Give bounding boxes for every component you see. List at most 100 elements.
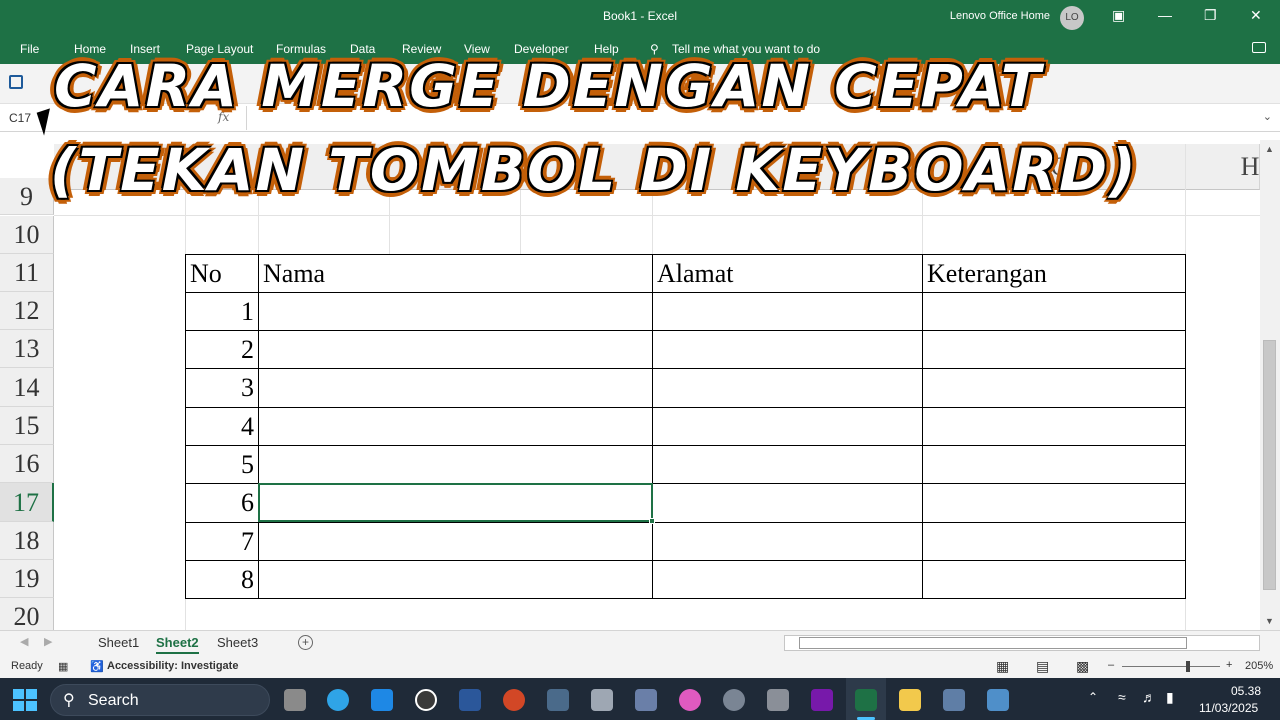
comments-icon[interactable]	[1252, 42, 1266, 53]
sheet-tab-2[interactable]: Sheet2	[156, 635, 199, 654]
copilot-icon[interactable]	[679, 689, 701, 711]
table-cell-no[interactable]: 2	[186, 331, 259, 369]
table-cell-no[interactable]: 6	[186, 484, 259, 523]
file-explorer-icon[interactable]	[899, 689, 921, 711]
clock-date[interactable]: 11/03/2025	[1199, 701, 1258, 715]
zoom-slider[interactable]	[1122, 666, 1220, 667]
table-cell-alamat[interactable]	[653, 523, 923, 561]
save-icon[interactable]	[9, 75, 23, 89]
screen-tool-icon[interactable]	[547, 689, 569, 711]
page-break-view-icon[interactable]: ▩	[1076, 658, 1089, 675]
scroll-up-icon[interactable]: ▲	[1265, 144, 1274, 154]
chevron-down-icon[interactable]: ⌄	[1263, 110, 1272, 123]
table-cell-keterangan[interactable]	[923, 408, 1186, 446]
table-cell-keterangan[interactable]	[923, 484, 1186, 523]
speaker-icon[interactable]: ♬	[1142, 689, 1156, 705]
tab-file[interactable]: File	[20, 42, 39, 56]
table-header-no[interactable]: No	[186, 255, 259, 293]
row-header-14[interactable]: 14	[0, 368, 54, 407]
ribbon-display-icon[interactable]: ▣	[1112, 7, 1125, 24]
table-cell-alamat[interactable]	[653, 331, 923, 369]
zoom-out-icon[interactable]: –	[1108, 659, 1114, 671]
tab-scroll-left-icon[interactable]: ◀	[20, 635, 28, 648]
row-header-12[interactable]: 12	[0, 292, 54, 330]
vertical-scrollbar[interactable]: ▲ ▼	[1260, 140, 1280, 630]
table-cell-nama[interactable]	[259, 293, 653, 331]
scroll-thumb[interactable]	[799, 637, 1187, 649]
onenote-icon[interactable]	[811, 689, 833, 711]
horizontal-scrollbar[interactable]	[784, 635, 1260, 651]
table-cell-no[interactable]: 8	[186, 561, 259, 599]
row-header-20[interactable]: 20	[0, 598, 54, 630]
excel-icon[interactable]	[855, 689, 877, 711]
table-cell-keterangan[interactable]	[923, 523, 1186, 561]
clock-time[interactable]: 05.38	[1231, 684, 1261, 698]
battery-icon[interactable]: ▮	[1166, 689, 1174, 706]
scroll-down-icon[interactable]: ▼	[1265, 616, 1274, 626]
table-cell-no[interactable]: 3	[186, 369, 259, 408]
accessibility-icon[interactable]: ♿	[90, 660, 104, 673]
table-cell-keterangan[interactable]	[923, 293, 1186, 331]
add-sheet-icon[interactable]: +	[298, 635, 313, 650]
table-header-alamat[interactable]: Alamat	[653, 255, 923, 293]
windows-start-icon[interactable]	[13, 689, 37, 711]
table-cell-nama[interactable]	[259, 408, 653, 446]
printer-2-icon[interactable]	[767, 689, 789, 711]
active-cell-outline[interactable]	[258, 483, 653, 522]
accessibility-status[interactable]: Accessibility: Investigate	[107, 660, 238, 672]
paint-icon[interactable]	[371, 689, 393, 711]
table-cell-keterangan[interactable]	[923, 561, 1186, 599]
table-cell-nama[interactable]	[259, 331, 653, 369]
restore-icon[interactable]: ❐	[1204, 7, 1217, 24]
table-cell-keterangan[interactable]	[923, 369, 1186, 408]
row-header-16[interactable]: 16	[0, 445, 54, 483]
macro-record-icon[interactable]: ▦	[58, 660, 68, 673]
obs-icon[interactable]	[415, 689, 437, 711]
fill-handle[interactable]	[649, 518, 655, 524]
word-icon[interactable]	[459, 689, 481, 711]
zoom-in-icon[interactable]: +	[1226, 659, 1232, 671]
table-cell-keterangan[interactable]	[923, 331, 1186, 369]
table-cell-keterangan[interactable]	[923, 446, 1186, 484]
row-header-13[interactable]: 13	[0, 330, 54, 368]
app-2-icon[interactable]	[943, 689, 965, 711]
table-cell-alamat[interactable]	[653, 369, 923, 408]
row-header-11[interactable]: 11	[0, 254, 54, 292]
row-header-17[interactable]: 17	[0, 483, 54, 522]
table-cell-nama[interactable]	[259, 369, 653, 408]
table-cell-no[interactable]: 7	[186, 523, 259, 561]
powerpoint-icon[interactable]	[503, 689, 525, 711]
table-cell-alamat[interactable]	[653, 408, 923, 446]
table-cell-nama[interactable]	[259, 523, 653, 561]
table-cell-nama[interactable]	[259, 561, 653, 599]
close-icon[interactable]: ✕	[1250, 7, 1262, 24]
table-cell-alamat[interactable]	[653, 446, 923, 484]
user-name[interactable]: Lenovo Office Home	[950, 10, 1050, 22]
scroll-thumb[interactable]	[1263, 340, 1276, 590]
row-header-19[interactable]: 19	[0, 560, 54, 598]
chevron-up-icon[interactable]: ⌃	[1088, 690, 1098, 704]
column-header-h[interactable]: H	[1230, 144, 1260, 190]
settings-icon[interactable]	[723, 689, 745, 711]
row-header-10[interactable]: 10	[0, 216, 54, 254]
printer-icon[interactable]	[591, 689, 613, 711]
page-layout-view-icon[interactable]: ▤	[1036, 658, 1049, 675]
worksheet-grid[interactable]: E G H 9 10 11 12 13 14 15 16 17 18 19 20…	[0, 132, 1260, 630]
tab-scroll-right-icon[interactable]: ▶	[44, 635, 52, 648]
avatar[interactable]: LO	[1060, 6, 1084, 30]
zoom-slider-thumb[interactable]	[1186, 661, 1190, 672]
zoom-level[interactable]: 205%	[1245, 660, 1273, 672]
table-cell-no[interactable]: 1	[186, 293, 259, 331]
table-cell-alamat[interactable]	[653, 561, 923, 599]
row-header-18[interactable]: 18	[0, 522, 54, 560]
app-icon[interactable]	[635, 689, 657, 711]
row-header-15[interactable]: 15	[0, 407, 54, 445]
task-view-icon[interactable]	[284, 689, 306, 711]
sheet-tab-3[interactable]: Sheet3	[217, 635, 258, 650]
minimize-icon[interactable]: —	[1158, 7, 1172, 23]
table-cell-nama[interactable]	[259, 446, 653, 484]
edge-icon[interactable]	[327, 689, 349, 711]
row-header-9[interactable]: 9	[0, 178, 54, 215]
photos-icon[interactable]	[987, 689, 1009, 711]
table-header-nama[interactable]: Nama	[259, 255, 653, 293]
